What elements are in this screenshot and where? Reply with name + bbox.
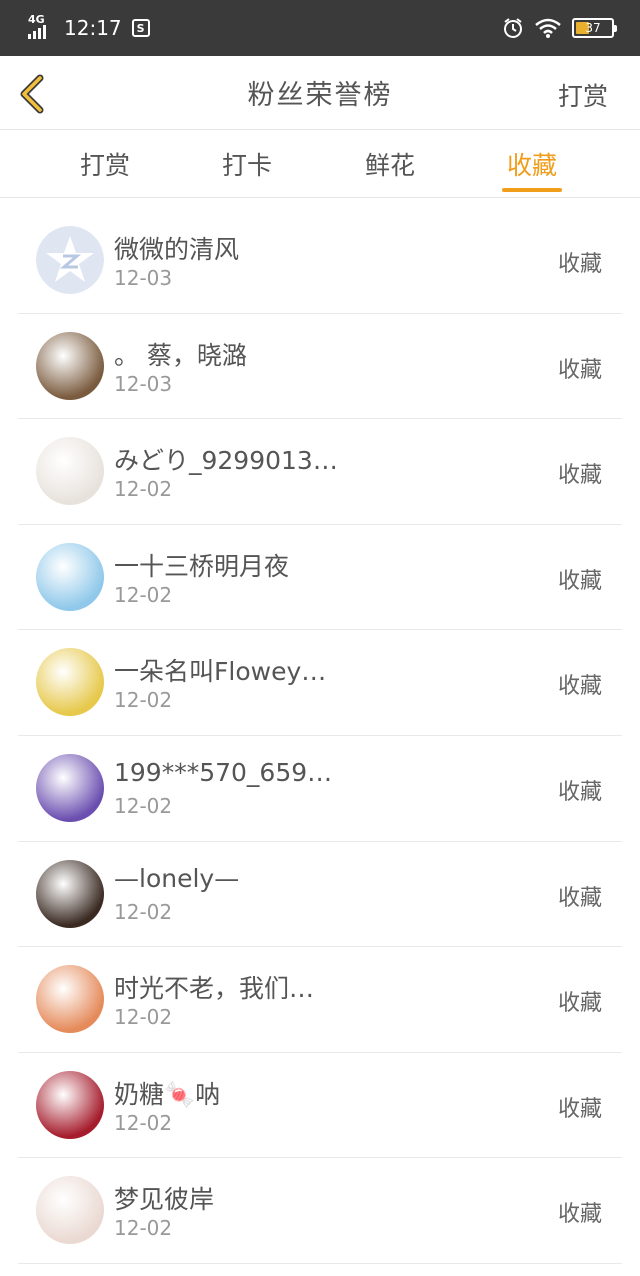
fan-name: 微微的清风 [114,235,240,264]
battery-icon: 37 [572,18,617,38]
avatar [36,648,104,717]
alarm-icon [504,18,522,38]
fan-name: 199***570_659… [114,757,333,787]
back-button[interactable] [14,74,54,114]
status-right: 37 [502,17,617,39]
fan-date: 12-02 [114,1216,173,1241]
list-item[interactable]: 奶糖🍬呐 12-02 收藏 [18,1053,622,1159]
tab-label: 收藏 [506,151,557,180]
fan-date: 12-02 [114,688,173,713]
clock: 12:17 [64,16,122,40]
fan-date: 12-02 [114,899,173,924]
avatar [36,1176,104,1245]
fan-date: 12-02 [114,582,173,607]
fan-date: 12-03 [114,371,173,396]
tab-checkin[interactable]: 打卡 [206,130,288,198]
tab-flowers[interactable]: 鲜花 [349,130,431,198]
fan-action: 收藏 [557,674,602,700]
fan-date: 12-02 [114,1110,173,1135]
fan-name: 。 蔡，晓潞 [114,340,247,370]
header: 粉丝荣誉榜 打赏 [0,56,640,130]
fan-action: 收藏 [557,885,602,911]
fan-name: 一十三桥明月夜 [114,551,290,581]
list-item[interactable]: 一朵名叫Flowey… 12-02 收藏 [18,630,622,736]
fan-action: 收藏 [557,357,602,383]
list-item[interactable]: —lonely— 12-02 收藏 [18,842,622,948]
page-title: 粉丝荣誉榜 [247,80,393,111]
status-bar: 4G 12:17 S 37 [0,0,640,56]
fan-name: 梦见彼岸 [114,1185,215,1215]
fan-name: 奶糖🍬呐 [114,1079,221,1109]
signal-icon: 4G [28,13,54,39]
tab-label: 打卡 [221,151,272,180]
avatar [36,437,104,506]
fan-name: みどり_9299013… [114,446,338,476]
fan-date: 12-02 [114,1005,173,1030]
fan-name: —lonely— [114,863,240,893]
avatar [36,859,104,928]
fan-action: 收藏 [557,991,602,1017]
reward-button[interactable]: 打赏 [558,77,608,113]
list-item[interactable]: 梦见彼岸 12-02 收藏 [18,1158,622,1264]
avatar [36,226,104,294]
avatar [36,753,104,822]
tab-bar: 打赏 打卡 鲜花 收藏 [0,130,640,198]
avatar [36,331,104,400]
list-item[interactable]: 一十三桥明月夜 12-02 收藏 [18,525,622,631]
status-left: 4G 12:17 S [28,13,150,40]
fan-action: 收藏 [557,1202,602,1228]
battery-level: 37 [585,21,601,35]
fan-list: 微微的清风 12-03 收藏 。 蔡，晓潞 12-03 收藏 みどり_92990… [18,208,622,1264]
tab-favorites[interactable]: 收藏 [502,130,562,198]
active-tab-indicator [502,188,562,192]
avatar [36,965,104,1034]
fan-date: 12-03 [114,266,173,290]
fan-action: 收藏 [557,463,602,489]
list-item[interactable]: 。 蔡，晓潞 12-03 收藏 [18,314,622,420]
wifi-icon [535,18,561,38]
avatar [36,542,104,611]
fan-name: 一朵名叫Flowey… [114,657,327,687]
fan-action: 收藏 [557,568,602,594]
avatar [36,1070,104,1139]
tab-label: 鲜花 [364,151,415,180]
fan-action: 收藏 [557,252,602,277]
list-item[interactable]: 时光不老，我们… 12-02 收藏 [18,947,622,1053]
fan-date: 12-02 [114,477,173,502]
default-avatar-icon [36,226,104,294]
list-item[interactable]: みどり_9299013… 12-02 收藏 [18,419,622,525]
list-item[interactable]: 微微的清风 12-03 收藏 [18,208,622,314]
list-item[interactable]: 199***570_659… 12-02 收藏 [18,736,622,842]
fan-date: 12-02 [114,793,173,818]
fan-action: 收藏 [557,1096,602,1122]
notification-icon: S [131,19,150,37]
tab-reward[interactable]: 打赏 [64,130,146,198]
fan-action: 收藏 [557,779,602,805]
fan-name: 时光不老，我们… [114,974,315,1004]
tab-label: 打赏 [79,151,130,180]
